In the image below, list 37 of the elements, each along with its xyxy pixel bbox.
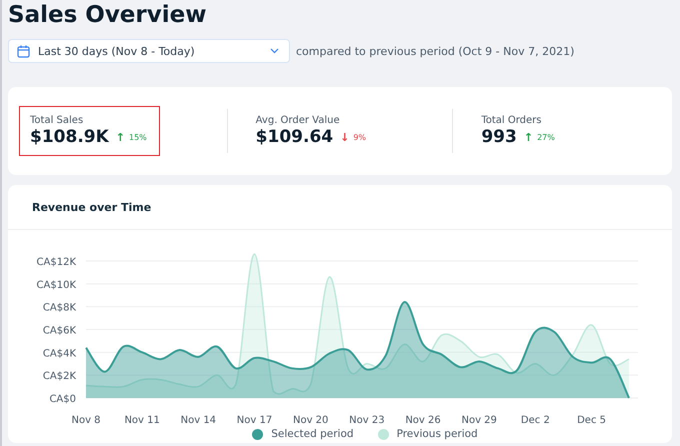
date-range-dropdown[interactable]: Last 30 days (Nov 8 - Today): [8, 39, 290, 63]
trend-arrow: ↑: [524, 130, 534, 144]
calendar-icon: [17, 44, 30, 58]
y-axis-label: CA$2K: [42, 371, 76, 382]
legend-label: Selected period: [271, 428, 354, 440]
x-axis-label: Nov 23: [349, 415, 385, 426]
x-axis-label: Nov 8: [71, 415, 101, 426]
stat-label: Avg. Order Value: [256, 115, 341, 126]
trend-arrow: ↓: [340, 130, 350, 144]
y-axis-label: CA$0: [49, 394, 76, 405]
chevron-down-icon: [270, 48, 279, 54]
y-axis-label: CA$8K: [42, 302, 76, 314]
change-percent: 27%: [537, 132, 555, 142]
stat-label: Total Orders: [481, 115, 543, 126]
x-axis-label: Nov 11: [124, 415, 160, 426]
x-axis-label: Nov 17: [236, 415, 272, 426]
x-axis-label: Nov 20: [292, 415, 328, 426]
chart-title: Revenue over Time: [32, 200, 152, 214]
legend-label: Previous period: [396, 428, 478, 440]
stat-value: $108.9K: [30, 127, 109, 147]
x-axis-label: Dec 5: [577, 415, 606, 426]
y-axis-label: CA$6K: [42, 326, 76, 336]
change-percent: 15%: [129, 132, 147, 142]
y-axis-label: CA$10K: [36, 280, 76, 291]
x-axis-label: Nov 29: [462, 415, 497, 426]
x-axis-label: Nov 14: [180, 415, 216, 426]
comparison-text: compared to previous period (Oct 9 - Nov 7, 2021): [296, 44, 574, 58]
stat-value: 993: [481, 127, 517, 147]
page-title: Sales Overview: [8, 1, 208, 30]
x-axis-label: Dec 2: [520, 415, 550, 426]
stat-label: Total Sales: [30, 115, 84, 126]
y-axis-label: CA$12K: [36, 257, 76, 268]
stat-value: $109.64: [256, 127, 334, 147]
x-axis-label: Nov 26: [405, 415, 441, 426]
change-percent: 9%: [353, 132, 366, 142]
y-axis-label: CA$4K: [42, 348, 76, 360]
trend-arrow: ↑: [116, 130, 125, 144]
